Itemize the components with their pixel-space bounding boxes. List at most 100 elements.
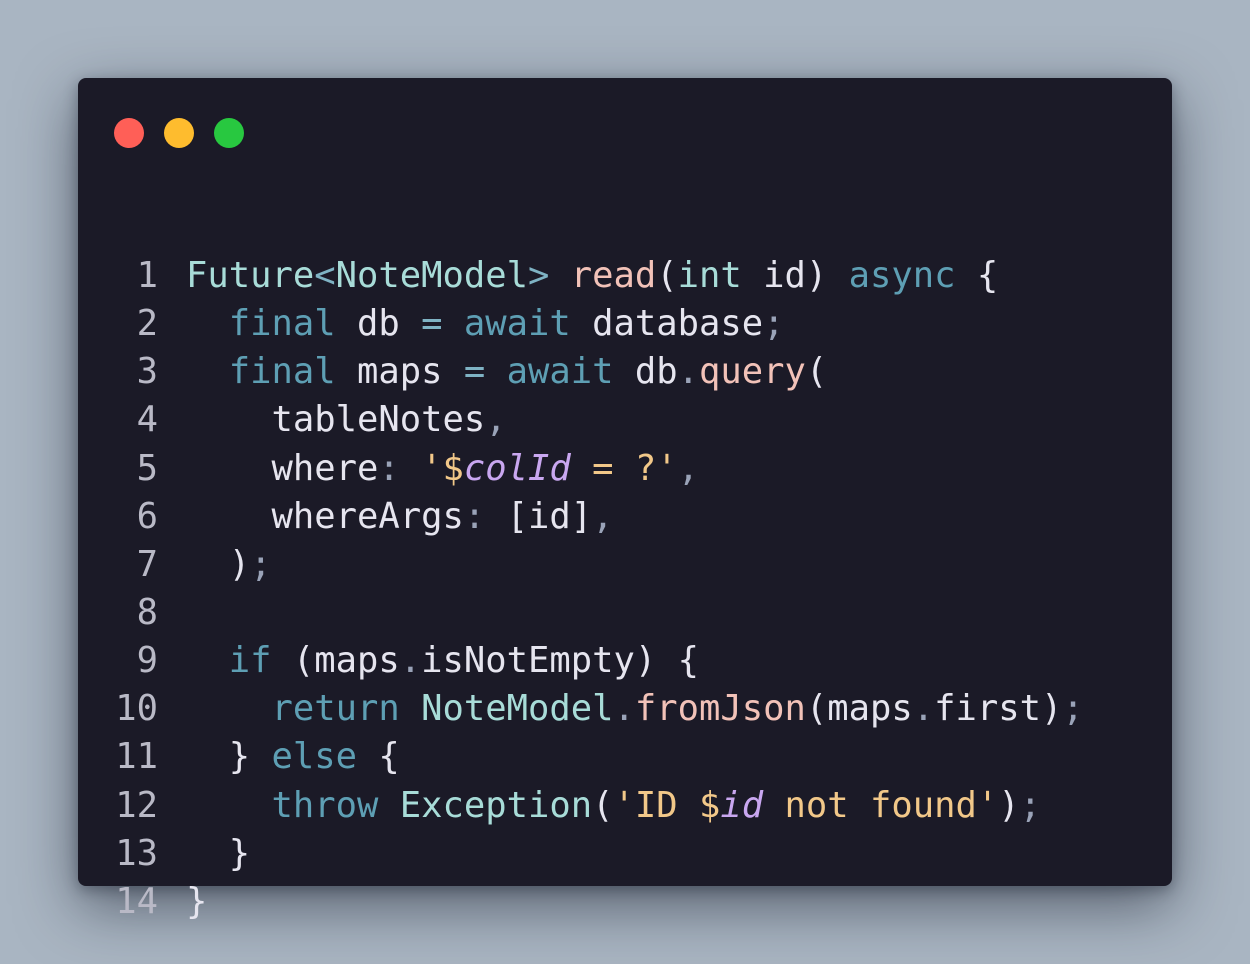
code-text: where: '$colId = ?', xyxy=(186,445,699,493)
close-button[interactable] xyxy=(114,118,144,148)
code-text: if (maps.isNotEmpty) { xyxy=(186,637,699,685)
code-token: ( xyxy=(592,784,614,826)
maximize-button[interactable] xyxy=(214,118,244,148)
code-token: async xyxy=(848,255,956,296)
code-token: , xyxy=(485,399,507,441)
code-token: '$ xyxy=(421,447,464,489)
code-token: = xyxy=(421,303,443,345)
code-text: } else { xyxy=(186,733,400,781)
code-token: . xyxy=(677,351,699,393)
code-token: . xyxy=(912,688,935,730)
code-token: < xyxy=(314,255,336,296)
code-token: { xyxy=(357,736,400,778)
code-token: } xyxy=(186,736,272,778)
code-token: whereArgs xyxy=(186,495,464,537)
line-number: 11 xyxy=(115,736,158,778)
code-text: ); xyxy=(186,541,272,589)
line-number: 3 xyxy=(136,351,158,393)
code-token: final xyxy=(228,303,336,345)
code-window: 1 Future<NoteModel> read(int id) async {2… xyxy=(78,78,1172,922)
code-token: , xyxy=(677,447,699,489)
code-token: throw xyxy=(271,784,379,826)
code-token: (maps xyxy=(805,688,913,730)
code-token: if xyxy=(228,640,272,682)
code-token: where xyxy=(186,447,379,489)
code-token: int xyxy=(677,255,742,296)
code-token: , xyxy=(592,495,614,537)
code-token: . xyxy=(613,688,635,730)
line-number: 10 xyxy=(115,688,158,730)
code-token: { xyxy=(955,255,999,296)
code-token: ; xyxy=(1062,688,1084,730)
code-token: fromJson xyxy=(634,688,806,730)
code-token: } xyxy=(186,880,208,922)
code-token: Exception xyxy=(399,784,593,826)
code-token: db xyxy=(335,303,422,345)
code-token: else xyxy=(271,736,358,778)
line-number: 6 xyxy=(136,495,158,537)
code-token: database xyxy=(570,303,764,345)
code-token: (maps xyxy=(271,640,400,682)
code-token: > xyxy=(527,255,550,296)
code-text: } xyxy=(186,878,207,926)
code-token: tableNotes xyxy=(186,399,486,441)
code-token: . xyxy=(399,640,422,682)
code-token: = xyxy=(463,351,486,393)
code-token: ) xyxy=(998,784,1020,826)
line-number: 4 xyxy=(136,399,158,441)
code-token: Future xyxy=(186,255,315,296)
code-token: } xyxy=(186,832,251,874)
code-text: Future<NoteModel> read(int id) async { xyxy=(186,252,998,300)
code-token: ) xyxy=(186,543,251,585)
code-token: id xyxy=(720,784,764,826)
line-number: 7 xyxy=(136,543,158,585)
code-text: return NoteModel.fromJson(maps.first); xyxy=(186,685,1084,733)
line-number: 2 xyxy=(136,303,158,345)
line-number: 1 xyxy=(136,255,158,296)
line-number: 9 xyxy=(136,640,158,682)
code-token: NoteModel xyxy=(421,688,614,730)
code-token: : xyxy=(378,447,400,489)
code-token: [id] xyxy=(485,495,593,537)
code-token: ( xyxy=(656,255,678,296)
code-token: id) xyxy=(741,255,849,296)
code-token: ( xyxy=(805,351,828,393)
line-number: 12 xyxy=(115,784,158,826)
code-token: ; xyxy=(250,543,272,585)
code-token: read xyxy=(570,255,657,296)
code-token: db xyxy=(613,351,678,393)
code-text: tableNotes, xyxy=(186,396,507,444)
code-token: = ?' xyxy=(570,447,678,489)
code-token: isNotEmpty) { xyxy=(421,640,699,682)
line-number: 8 xyxy=(136,591,158,633)
code-token: not found' xyxy=(763,784,999,826)
code-token: final xyxy=(228,351,336,393)
code-token: return xyxy=(271,688,400,730)
code-token: first) xyxy=(934,688,1063,730)
code-token: ; xyxy=(763,303,785,345)
code-token: ; xyxy=(1019,784,1041,826)
minimize-button[interactable] xyxy=(164,118,194,148)
code-token: maps xyxy=(335,351,464,393)
code-token: NoteModel xyxy=(335,255,528,296)
code-token: await xyxy=(506,351,614,393)
code-token: await xyxy=(463,303,571,345)
line-number: 13 xyxy=(115,832,158,874)
code-token: colId xyxy=(463,447,571,489)
code-token: query xyxy=(699,351,806,393)
line-number: 5 xyxy=(136,447,158,489)
code-token: : xyxy=(463,495,486,537)
code-text: final maps = await db.query( xyxy=(186,348,828,396)
code-text: whereArgs: [id], xyxy=(186,493,613,541)
